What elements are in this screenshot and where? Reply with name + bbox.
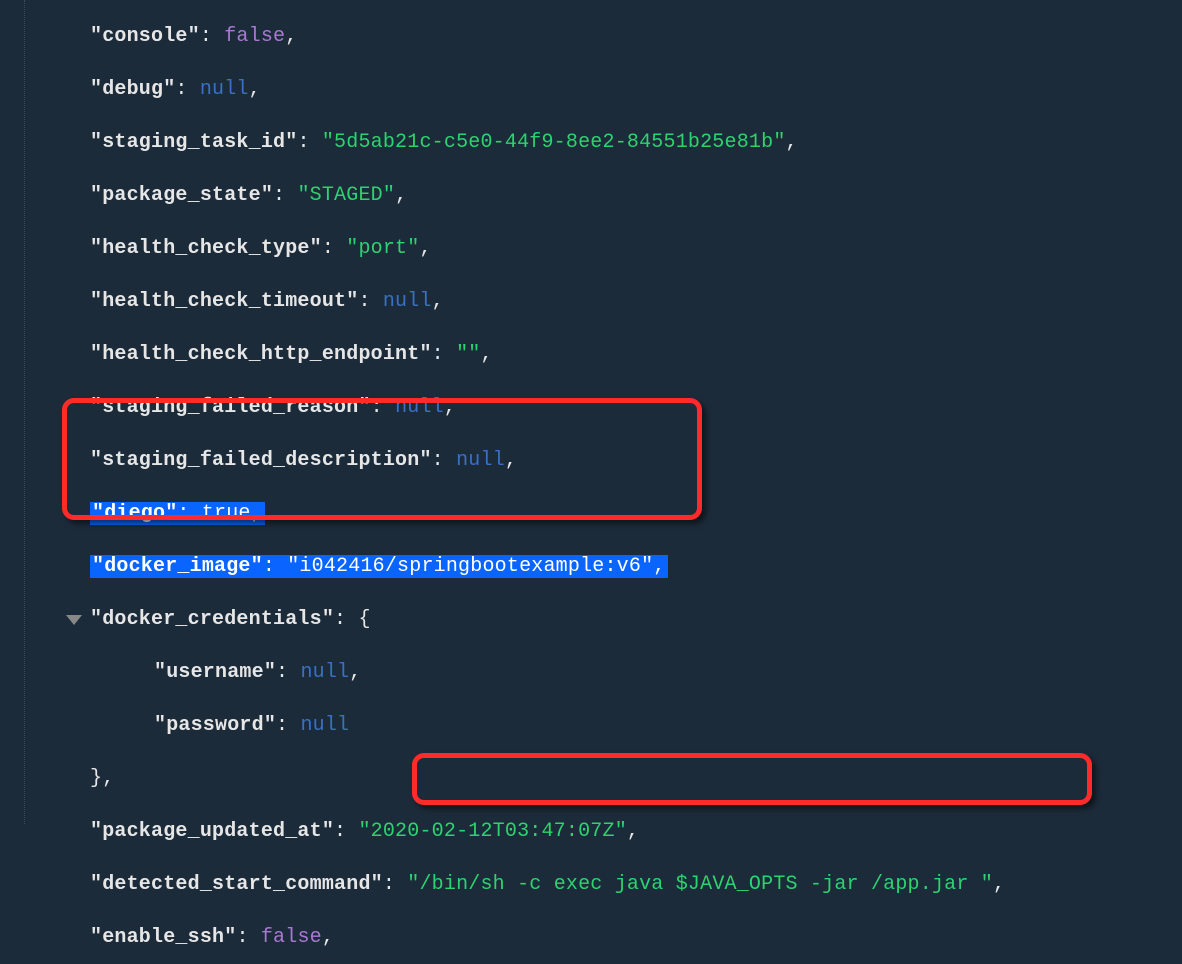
json-key: "diego" xyxy=(92,502,177,525)
json-key: "username" xyxy=(154,661,276,684)
json-value: "STAGED" xyxy=(297,184,395,207)
json-value: "port" xyxy=(346,237,419,260)
json-value: "5d5ab21c-c5e0-44f9-8ee2-84551b25e81b" xyxy=(322,131,786,154)
json-key: "docker_image" xyxy=(92,555,263,578)
json-line-selected[interactable]: "diego": true, xyxy=(20,487,1182,540)
json-line[interactable]: "debug": null, xyxy=(20,63,1182,116)
json-key: "docker_credentials" xyxy=(90,608,334,631)
json-line[interactable]: "console": false, xyxy=(20,10,1182,63)
json-key: "health_check_http_endpoint" xyxy=(90,343,432,366)
json-value: "2020-02-12T03:47:07Z" xyxy=(358,820,626,843)
json-key: "health_check_timeout" xyxy=(90,290,358,313)
json-line[interactable]: "package_updated_at": "2020-02-12T03:47:… xyxy=(20,805,1182,858)
json-value: null xyxy=(383,290,432,313)
json-key: "console" xyxy=(90,25,200,48)
json-key: "package_updated_at" xyxy=(90,820,334,843)
selection-highlight: "diego": true, xyxy=(90,502,265,525)
json-line[interactable]: "package_state": "STAGED", xyxy=(20,169,1182,222)
json-value: true xyxy=(202,502,251,525)
json-value: null xyxy=(200,78,249,101)
json-line[interactable]: "health_check_timeout": null, xyxy=(20,275,1182,328)
json-line[interactable]: "staging_task_id": "5d5ab21c-c5e0-44f9-8… xyxy=(20,116,1182,169)
json-value: "" xyxy=(456,343,480,366)
json-value: null xyxy=(395,396,444,419)
json-line[interactable]: "staging_failed_reason": null, xyxy=(20,381,1182,434)
json-line[interactable]: "username": null, xyxy=(20,646,1182,699)
json-line-expandable[interactable]: "docker_credentials": { xyxy=(20,593,1182,646)
json-key: "enable_ssh" xyxy=(90,926,236,949)
json-brace: { xyxy=(358,608,370,631)
json-line[interactable]: "health_check_type": "port", xyxy=(20,222,1182,275)
json-line-selected[interactable]: "docker_image": "i042416/springbootexamp… xyxy=(20,540,1182,593)
json-value: "i042416/springbootexample:v6" xyxy=(287,555,653,578)
chevron-down-icon[interactable] xyxy=(66,615,82,625)
json-key: "debug" xyxy=(90,78,175,101)
json-key: "staging_task_id" xyxy=(90,131,297,154)
json-line[interactable]: }, xyxy=(20,752,1182,805)
selection-highlight: "docker_image": "i042416/springbootexamp… xyxy=(90,555,668,578)
json-value: false xyxy=(224,25,285,48)
json-key: "staging_failed_description" xyxy=(90,449,432,472)
json-key: "health_check_type" xyxy=(90,237,322,260)
json-value: null xyxy=(456,449,505,472)
json-line[interactable]: "health_check_http_endpoint": "", xyxy=(20,328,1182,381)
json-value: false xyxy=(261,926,322,949)
json-viewer[interactable]: "console": false, "debug": null, "stagin… xyxy=(20,10,1182,964)
json-value: null xyxy=(300,661,349,684)
json-key: "package_state" xyxy=(90,184,273,207)
json-key: "detected_start_command" xyxy=(90,873,383,896)
json-line[interactable]: "enable_ssh": false, xyxy=(20,911,1182,964)
json-line[interactable]: "detected_start_command": "/bin/sh -c ex… xyxy=(20,858,1182,911)
json-line[interactable]: "password": null xyxy=(20,699,1182,752)
json-value: "/bin/sh -c exec java $JAVA_OPTS -jar /a… xyxy=(407,873,993,896)
json-key: "staging_failed_reason" xyxy=(90,396,371,419)
json-line[interactable]: "staging_failed_description": null, xyxy=(20,434,1182,487)
json-close-brace: }, xyxy=(90,767,114,790)
json-key: "password" xyxy=(154,714,276,737)
json-value: null xyxy=(300,714,349,737)
